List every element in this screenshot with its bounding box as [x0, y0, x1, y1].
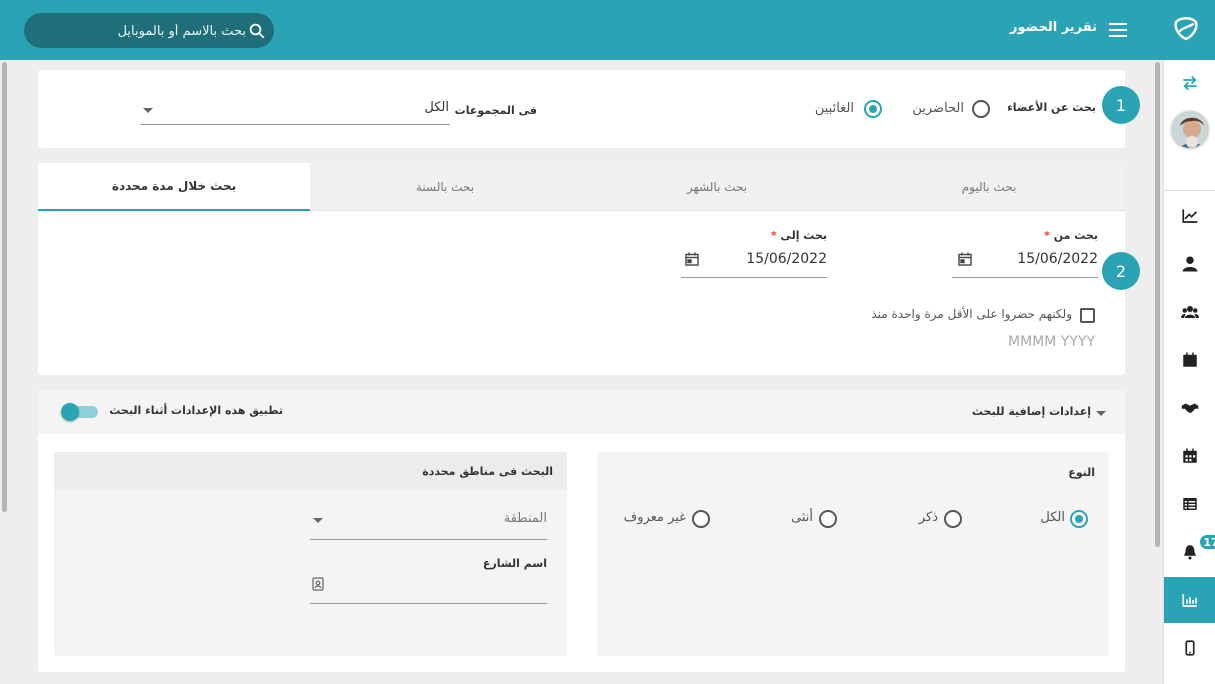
search-input[interactable]: [46, 21, 246, 41]
to-date-input[interactable]: 15/06/2022: [746, 251, 827, 267]
calendar-icon[interactable]: [685, 252, 699, 266]
from-required-mark: *: [1044, 229, 1050, 242]
gender-panel: النوع الكل ذكر أنثى غير معروف: [597, 452, 1109, 656]
right-sidebar: 17: [1163, 60, 1215, 684]
to-label: بحث إلى *: [771, 229, 827, 242]
radio-present-label[interactable]: الحاضرين: [912, 101, 964, 116]
calendar-icon[interactable]: [1164, 337, 1215, 383]
groups-select-value[interactable]: الكل: [424, 100, 449, 115]
extra-settings-card: إعدادات إضافية للبحث تطبيق هذه الإعدادات…: [38, 390, 1125, 672]
search-tabs: بحث باليوم بحث بالشهر بحث بالسنة بحث خلا…: [38, 163, 1125, 211]
chart-line-icon[interactable]: [1164, 193, 1215, 239]
right-scrollbar[interactable]: [1155, 62, 1160, 547]
from-date-underline: [952, 277, 1098, 278]
calendar-icon[interactable]: [958, 252, 972, 266]
notification-badge[interactable]: 17: [1198, 533, 1215, 551]
table-list-icon[interactable]: [1164, 481, 1215, 527]
avatar[interactable]: [1170, 110, 1210, 150]
apply-toggle-knob[interactable]: [61, 403, 79, 421]
menu-icon[interactable]: [1109, 22, 1127, 38]
radio-absent-label[interactable]: الغائبين: [815, 101, 854, 116]
attended-once-label[interactable]: ولكنهم حضروا على الأقل مرة واحدة منذ: [871, 307, 1072, 321]
handshake-icon[interactable]: [1164, 385, 1215, 431]
gender-radio-all-label[interactable]: الكل: [1040, 510, 1065, 525]
from-date-input[interactable]: 15/06/2022: [1017, 251, 1098, 267]
regions-title: البحث فى مناطق محددة: [422, 465, 553, 478]
members-search-label: بحث عن الأعضاء: [1007, 101, 1096, 114]
apply-toggle-label: تطبيق هذه الإعدادات أثناء البحث: [109, 404, 283, 417]
id-card-icon: [312, 577, 324, 591]
street-label: اسم الشارع: [482, 557, 547, 570]
groups-label: فى المجموعات: [454, 104, 537, 117]
caret-down-icon[interactable]: [1096, 411, 1106, 416]
region-select[interactable]: المنطقة: [504, 511, 547, 526]
radio-absent[interactable]: [864, 100, 882, 118]
regions-panel: البحث فى مناطق محددة المنطقة اسم الشارع: [54, 452, 567, 656]
month-year-input[interactable]: MMMM YYYY: [1008, 334, 1095, 350]
mobile-icon[interactable]: [1164, 625, 1215, 671]
search-box[interactable]: [24, 13, 274, 48]
gender-radio-male[interactable]: [944, 510, 962, 528]
chevron-down-icon[interactable]: [143, 108, 153, 113]
step-badge-1: 1: [1102, 86, 1140, 124]
extra-settings-title[interactable]: إعدادات إضافية للبحث: [972, 405, 1091, 418]
gender-radio-female[interactable]: [819, 510, 837, 528]
sidebar-divider: [1164, 190, 1215, 191]
gender-title: النوع: [1068, 466, 1095, 479]
top-bar: تقرير الحضور: [0, 0, 1215, 60]
swap-icon[interactable]: [1164, 60, 1215, 106]
bar-chart-icon[interactable]: [1164, 577, 1215, 623]
period-card: بحث باليوم بحث بالشهر بحث بالسنة بحث خلا…: [38, 163, 1125, 375]
users-icon[interactable]: [1164, 289, 1215, 335]
region-select-underline: [310, 539, 547, 540]
members-search-card: بحث عن الأعضاء الحاضرين الغائبين فى المج…: [38, 70, 1125, 148]
street-input-underline[interactable]: [310, 603, 547, 604]
tab-by-month[interactable]: بحث بالشهر: [581, 163, 853, 211]
to-date-underline: [681, 277, 827, 278]
chevron-down-icon[interactable]: [313, 518, 323, 523]
to-label-text: بحث إلى: [780, 229, 827, 242]
gender-radio-male-label[interactable]: ذكر: [919, 510, 938, 525]
search-icon[interactable]: [248, 22, 266, 40]
from-label-text: بحث من: [1053, 229, 1098, 242]
user-icon[interactable]: [1164, 241, 1215, 287]
tab-by-day[interactable]: بحث باليوم: [853, 163, 1125, 211]
attended-once-checkbox[interactable]: [1080, 308, 1095, 323]
groups-select-underline: [140, 124, 450, 125]
from-label: بحث من *: [1044, 229, 1098, 242]
extra-settings-header[interactable]: إعدادات إضافية للبحث تطبيق هذه الإعدادات…: [38, 390, 1125, 434]
tab-by-year[interactable]: بحث بالسنة: [309, 163, 581, 211]
gender-radio-all[interactable]: [1070, 510, 1088, 528]
logo-icon[interactable]: [1171, 14, 1201, 44]
tab-specific-period[interactable]: بحث خلال مدة محددة: [38, 163, 310, 211]
step-badge-2: 2: [1102, 252, 1140, 290]
gender-radio-unknown-label[interactable]: غير معروف: [624, 510, 686, 525]
page-title: تقرير الحضور: [1010, 20, 1097, 35]
calendar-grid-icon[interactable]: [1164, 433, 1215, 479]
left-scrollbar[interactable]: [2, 62, 7, 512]
gender-radio-unknown[interactable]: [692, 510, 710, 528]
to-required-mark: *: [770, 229, 777, 242]
gender-radio-female-label[interactable]: أنثى: [791, 510, 813, 525]
radio-present[interactable]: [972, 100, 990, 118]
